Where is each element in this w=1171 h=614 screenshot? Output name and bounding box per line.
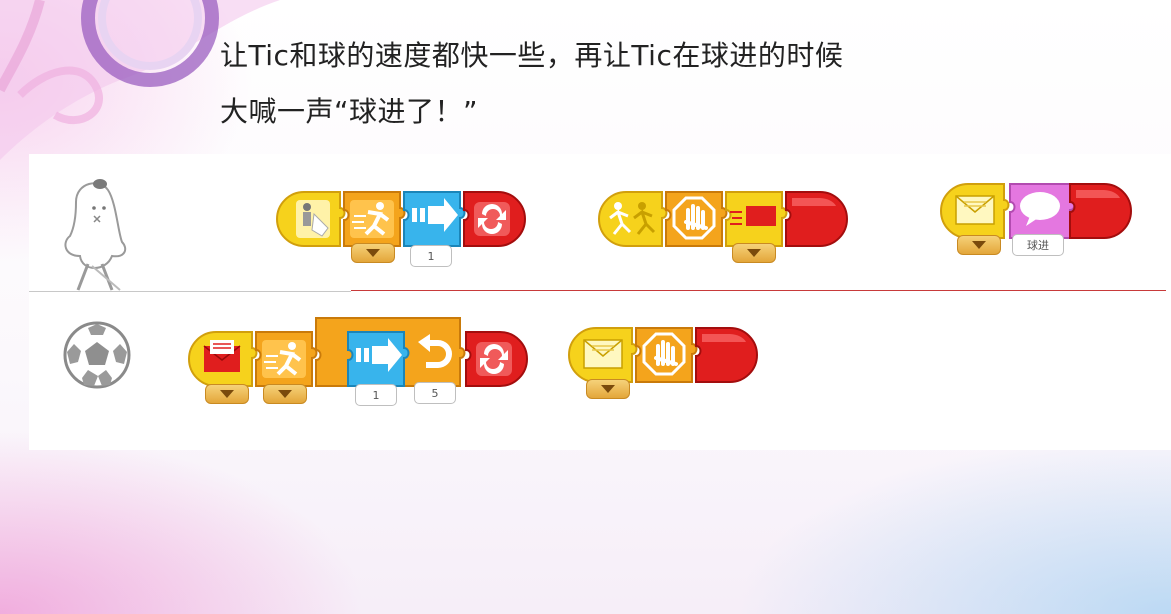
repeat-forever-block-2[interactable]	[462, 328, 530, 392]
move-right-block-2[interactable]	[344, 328, 410, 392]
receive-red-message-block[interactable]	[186, 328, 258, 392]
repeat-forever-icon	[476, 342, 512, 376]
tap-start-icon	[296, 200, 330, 238]
repeat-forever-icon	[474, 202, 510, 236]
repeat-count-param[interactable]: 5	[414, 382, 456, 404]
receive-message-icon	[955, 195, 995, 225]
move-right-block[interactable]	[400, 188, 466, 252]
receive-dropdown-2[interactable]	[586, 379, 630, 399]
receive-red-dropdown[interactable]	[205, 384, 249, 404]
tap-start-block[interactable]	[274, 188, 346, 252]
stop-icon	[642, 332, 686, 376]
run-dropdown[interactable]	[351, 243, 395, 263]
title-line-1: 让Tic和球的速度都快一些，再让Tic在球进的时候	[220, 39, 844, 72]
title-line-2: 大喊一声“球进了！”	[220, 95, 479, 128]
row-divider-right	[351, 290, 1166, 291]
run-dropdown-2[interactable]	[263, 384, 307, 404]
run-icon	[350, 200, 394, 238]
end-block-3[interactable]	[692, 324, 760, 388]
message-dropdown[interactable]	[732, 243, 776, 263]
receive-message-icon	[583, 339, 623, 369]
slide-title: 让Tic和球的速度都快一些，再让Tic在球进的时候 大喊一声“球进了！”	[220, 28, 1120, 140]
bump-start-block[interactable]	[596, 188, 668, 252]
speed-param-2[interactable]: 1	[355, 384, 397, 406]
repeat-forever-block[interactable]	[460, 188, 528, 252]
stop-block-2[interactable]	[632, 324, 698, 388]
end-block-2[interactable]	[1066, 180, 1134, 244]
stop-icon	[672, 196, 716, 240]
speed-param[interactable]: 1	[410, 245, 452, 267]
soccer-ball-icon[interactable]	[62, 320, 132, 390]
speech-param[interactable]: 球进	[1012, 234, 1064, 256]
run-icon	[262, 340, 306, 378]
stop-block[interactable]	[662, 188, 728, 252]
repeat-icon	[418, 334, 452, 368]
end-block[interactable]	[782, 188, 850, 252]
tic-character-icon[interactable]	[52, 172, 138, 292]
run-block-2[interactable]	[252, 328, 318, 392]
receive-dropdown[interactable]	[957, 235, 1001, 255]
